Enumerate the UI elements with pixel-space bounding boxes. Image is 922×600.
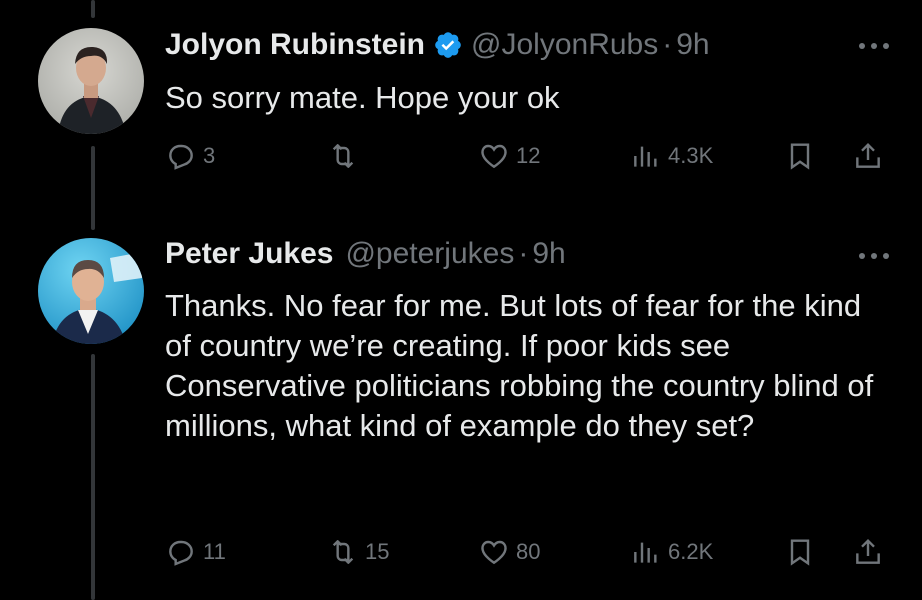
verified-badge-icon xyxy=(435,32,461,58)
tweet-peter[interactable]: Peter Jukes @peterjukes · 9h Thanks. No … xyxy=(0,220,922,600)
avatar-peter[interactable] xyxy=(38,238,144,344)
author-handle[interactable]: @JolyonRubs xyxy=(471,27,658,63)
like-button[interactable]: 12 xyxy=(478,140,540,172)
views-count: 6.2K xyxy=(668,539,714,564)
share-icon xyxy=(856,142,880,168)
reply-count: 11 xyxy=(203,539,226,564)
bookmark-icon xyxy=(790,539,810,566)
reply-count: 3 xyxy=(203,143,216,168)
bookmark-icon xyxy=(790,143,810,170)
author-name[interactable]: Jolyon Rubinstein xyxy=(165,27,425,63)
tweet-text: So sorry mate. Hope your ok xyxy=(165,80,560,115)
tweet-time[interactable]: 9h xyxy=(532,236,565,272)
reply-button[interactable]: 11 xyxy=(165,536,226,568)
views-button[interactable]: 6.2K xyxy=(630,536,713,568)
like-count: 80 xyxy=(516,539,541,564)
tweet-header: Peter Jukes @peterjukes · 9h xyxy=(165,236,566,272)
views-count: 4.3K xyxy=(668,143,714,168)
retweet-icon xyxy=(332,540,354,564)
separator-dot: · xyxy=(518,237,529,270)
reply-button[interactable]: 3 xyxy=(165,140,215,172)
retweet-count: 15 xyxy=(365,539,390,564)
retweet-icon xyxy=(332,144,354,168)
tweet-jolyon[interactable]: Jolyon Rubinstein @JolyonRubs · 9h So so… xyxy=(0,0,922,220)
share-icon xyxy=(856,538,880,564)
retweet-button[interactable] xyxy=(327,140,365,172)
heart-icon xyxy=(481,540,507,565)
author-handle[interactable]: @peterjukes xyxy=(345,236,514,272)
more-icon[interactable] xyxy=(854,38,894,54)
tweet-header: Jolyon Rubinstein @JolyonRubs · 9h xyxy=(165,27,710,63)
reply-icon xyxy=(169,540,193,566)
views-icon xyxy=(634,542,657,563)
like-count: 12 xyxy=(516,143,541,168)
reply-icon xyxy=(169,144,193,170)
tweet-time[interactable]: 9h xyxy=(676,27,709,63)
tweet-actions: 11 15 80 6.2K xyxy=(0,536,922,572)
tweet-text: Thanks. No fear for me. But lots of fear… xyxy=(165,288,874,443)
share-button[interactable] xyxy=(852,536,884,568)
bookmark-button[interactable] xyxy=(784,140,816,172)
author-name[interactable]: Peter Jukes xyxy=(165,236,333,272)
separator-dot: · xyxy=(662,28,673,61)
retweet-button[interactable]: 15 xyxy=(327,536,389,568)
avatar-jolyon[interactable] xyxy=(38,28,144,134)
share-button[interactable] xyxy=(852,140,884,172)
more-icon[interactable] xyxy=(854,248,894,264)
heart-icon xyxy=(481,144,507,169)
like-button[interactable]: 80 xyxy=(478,536,540,568)
views-button[interactable]: 4.3K xyxy=(630,140,713,172)
bookmark-button[interactable] xyxy=(784,536,816,568)
tweet-actions: 3 12 4.3K xyxy=(0,140,922,176)
views-icon xyxy=(634,146,657,167)
